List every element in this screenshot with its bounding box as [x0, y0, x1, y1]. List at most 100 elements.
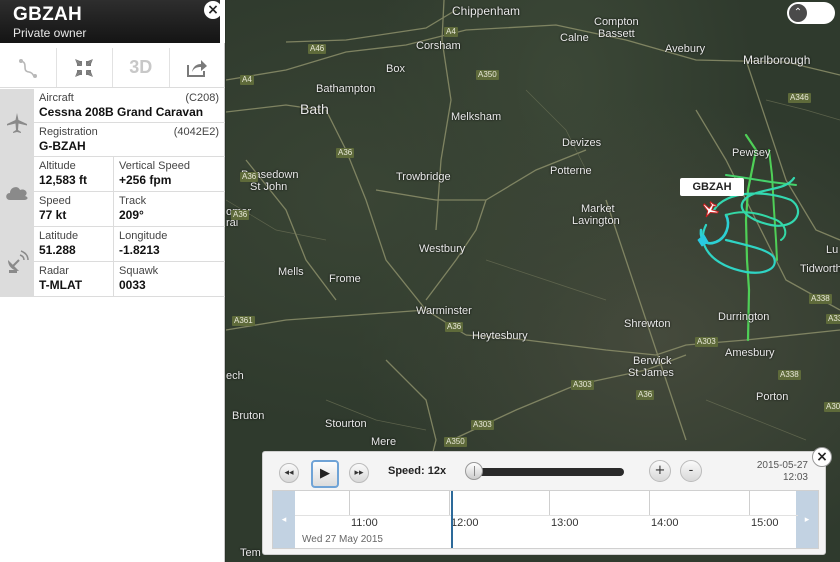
play-button[interactable]: ▶: [311, 460, 339, 488]
road-label: A4: [444, 27, 458, 37]
speed-row: Speed 77 kt Track 209°: [34, 192, 225, 227]
road-label: A36: [636, 390, 655, 400]
town-label: Amesbury: [725, 347, 775, 359]
road-label: A46: [308, 44, 327, 54]
road-label: A36: [336, 148, 355, 158]
satellite-dish-icon: [8, 250, 29, 273]
altitude-label: Altitude: [39, 160, 76, 172]
playback-time: 12:03: [782, 472, 808, 483]
town-label: Tem: [240, 547, 261, 559]
collapse-button[interactable]: [57, 48, 113, 87]
speed-label: Speed: 12x: [388, 465, 447, 477]
timeline-tick-label: 15:00: [751, 517, 779, 529]
fast-forward-button[interactable]: ▸▸: [349, 463, 369, 483]
share-icon: [187, 59, 208, 77]
playback-control-panel: ◂◂ ▶ ▸▸ Speed: 12x + - 2015-05-27 12:03 …: [262, 451, 826, 555]
speed-value: 77 kt: [39, 208, 67, 222]
route-icon: [18, 58, 37, 78]
road-label: A4: [240, 75, 254, 85]
town-label: Frome: [329, 273, 361, 285]
road-label: A303: [471, 420, 494, 430]
registration-code: (4042E2): [173, 126, 219, 138]
town-label: Stourton: [325, 418, 367, 430]
registration-value: G-BZAH: [39, 139, 86, 153]
town-label: Lavington: [572, 215, 620, 227]
aircraft-marker-icon[interactable]: [699, 200, 721, 221]
timeline-right-arrow[interactable]: ▸: [796, 491, 818, 548]
aircraft-callout-label[interactable]: GBZAH: [680, 178, 744, 196]
town-label: Westbury: [419, 243, 466, 255]
town-label: Compton: [594, 16, 639, 28]
altitude-row: Altitude 12,583 ft Vertical Speed +256 f…: [34, 157, 225, 192]
speed-slider-track[interactable]: [471, 468, 624, 476]
panel-header: GBZAH Private owner: [0, 0, 225, 43]
town-label: St John: [250, 181, 288, 193]
town-label: Chippenham: [452, 4, 521, 18]
town-label: Market: [581, 203, 615, 215]
town-label: Bassett: [598, 28, 635, 40]
map-zoom-controls: ⌃: [787, 2, 835, 24]
road-label: A36: [231, 210, 250, 220]
timeline[interactable]: ◂ ▸ 11:00 12:00 13:00 14:00 15:00 Wed 27…: [272, 490, 819, 549]
town-label: Bath: [300, 101, 329, 117]
position-row: Latitude 51.288 Longitude -1.8213: [34, 227, 225, 262]
timeline-tick-label: 14:00: [651, 517, 679, 529]
route-button[interactable]: [0, 48, 57, 87]
town-label: Calne: [560, 32, 589, 44]
road-label: A346: [788, 93, 811, 103]
road-label: A338: [809, 294, 832, 304]
town-label: ech: [226, 370, 244, 382]
squawk-label: Squawk: [119, 265, 159, 277]
rewind-button[interactable]: ◂◂: [279, 463, 299, 483]
close-playback-button[interactable]: ×: [812, 447, 832, 467]
road-label: A350: [444, 437, 467, 447]
town-label: Tidworth: [800, 263, 840, 275]
close-panel-button[interactable]: ×: [204, 1, 222, 19]
share-button[interactable]: [170, 48, 226, 87]
road-label: A36: [445, 322, 464, 332]
town-label: Avebury: [665, 43, 706, 55]
town-label: Marlborough: [743, 53, 811, 67]
town-label: Mells: [278, 266, 304, 278]
altitude-value: 12,583 ft: [39, 173, 88, 187]
timeline-date: Wed 27 May 2015: [302, 534, 383, 545]
chevron-up-icon[interactable]: ⌃: [789, 4, 807, 22]
view-3d-button[interactable]: 3D: [113, 48, 170, 87]
callsign: GBZAH: [13, 4, 83, 25]
timeline-tick-label: 12:00: [451, 517, 479, 529]
town-label: Heytesbury: [472, 330, 528, 342]
squawk-value: 0033: [119, 278, 146, 292]
zoom-out-button[interactable]: -: [680, 460, 702, 482]
cloud-icon: [6, 187, 28, 200]
panel-toolbar: 3D: [0, 48, 225, 88]
track-value: 209°: [119, 208, 144, 222]
speed-label: Speed: [39, 195, 71, 207]
radar-icon-column: [0, 227, 34, 297]
town-label: Shrewton: [624, 318, 671, 330]
town-label: Bruton: [232, 410, 265, 422]
aircraft-row: Aircraft Cessna 208B Grand Caravan (C208…: [34, 89, 225, 123]
airplane-icon: [7, 113, 27, 133]
longitude-label: Longitude: [119, 230, 168, 242]
vertical-speed-label: Vertical Speed: [119, 160, 190, 172]
aircraft-value: Cessna 208B Grand Caravan: [39, 105, 204, 119]
town-label: Berwick: [633, 355, 672, 367]
latitude-label: Latitude: [39, 230, 79, 242]
zoom-in-button[interactable]: +: [649, 460, 671, 482]
flight-info-panel: GBZAH Private owner × 3D Aircraft Cessna…: [0, 0, 225, 562]
road-label: A361: [232, 316, 255, 326]
town-label: Lu: [826, 244, 839, 256]
weather-icon-column: [0, 157, 34, 227]
road-label: A303: [695, 337, 718, 347]
radar-row: Radar T-MLAT Squawk 0033: [34, 262, 225, 297]
town-label: Devizes: [562, 137, 602, 149]
timeline-left-arrow[interactable]: ◂: [273, 491, 295, 548]
timeline-cursor[interactable]: [451, 491, 453, 548]
playback-datetime: 2015-05-27 12:03: [757, 460, 808, 484]
town-label: St James: [628, 367, 674, 379]
town-label: Bathampton: [316, 83, 376, 95]
speed-slider-handle[interactable]: [465, 462, 483, 480]
collapse-icon: [75, 58, 94, 77]
track-label: Track: [119, 195, 147, 207]
road-label: A338: [778, 370, 801, 380]
